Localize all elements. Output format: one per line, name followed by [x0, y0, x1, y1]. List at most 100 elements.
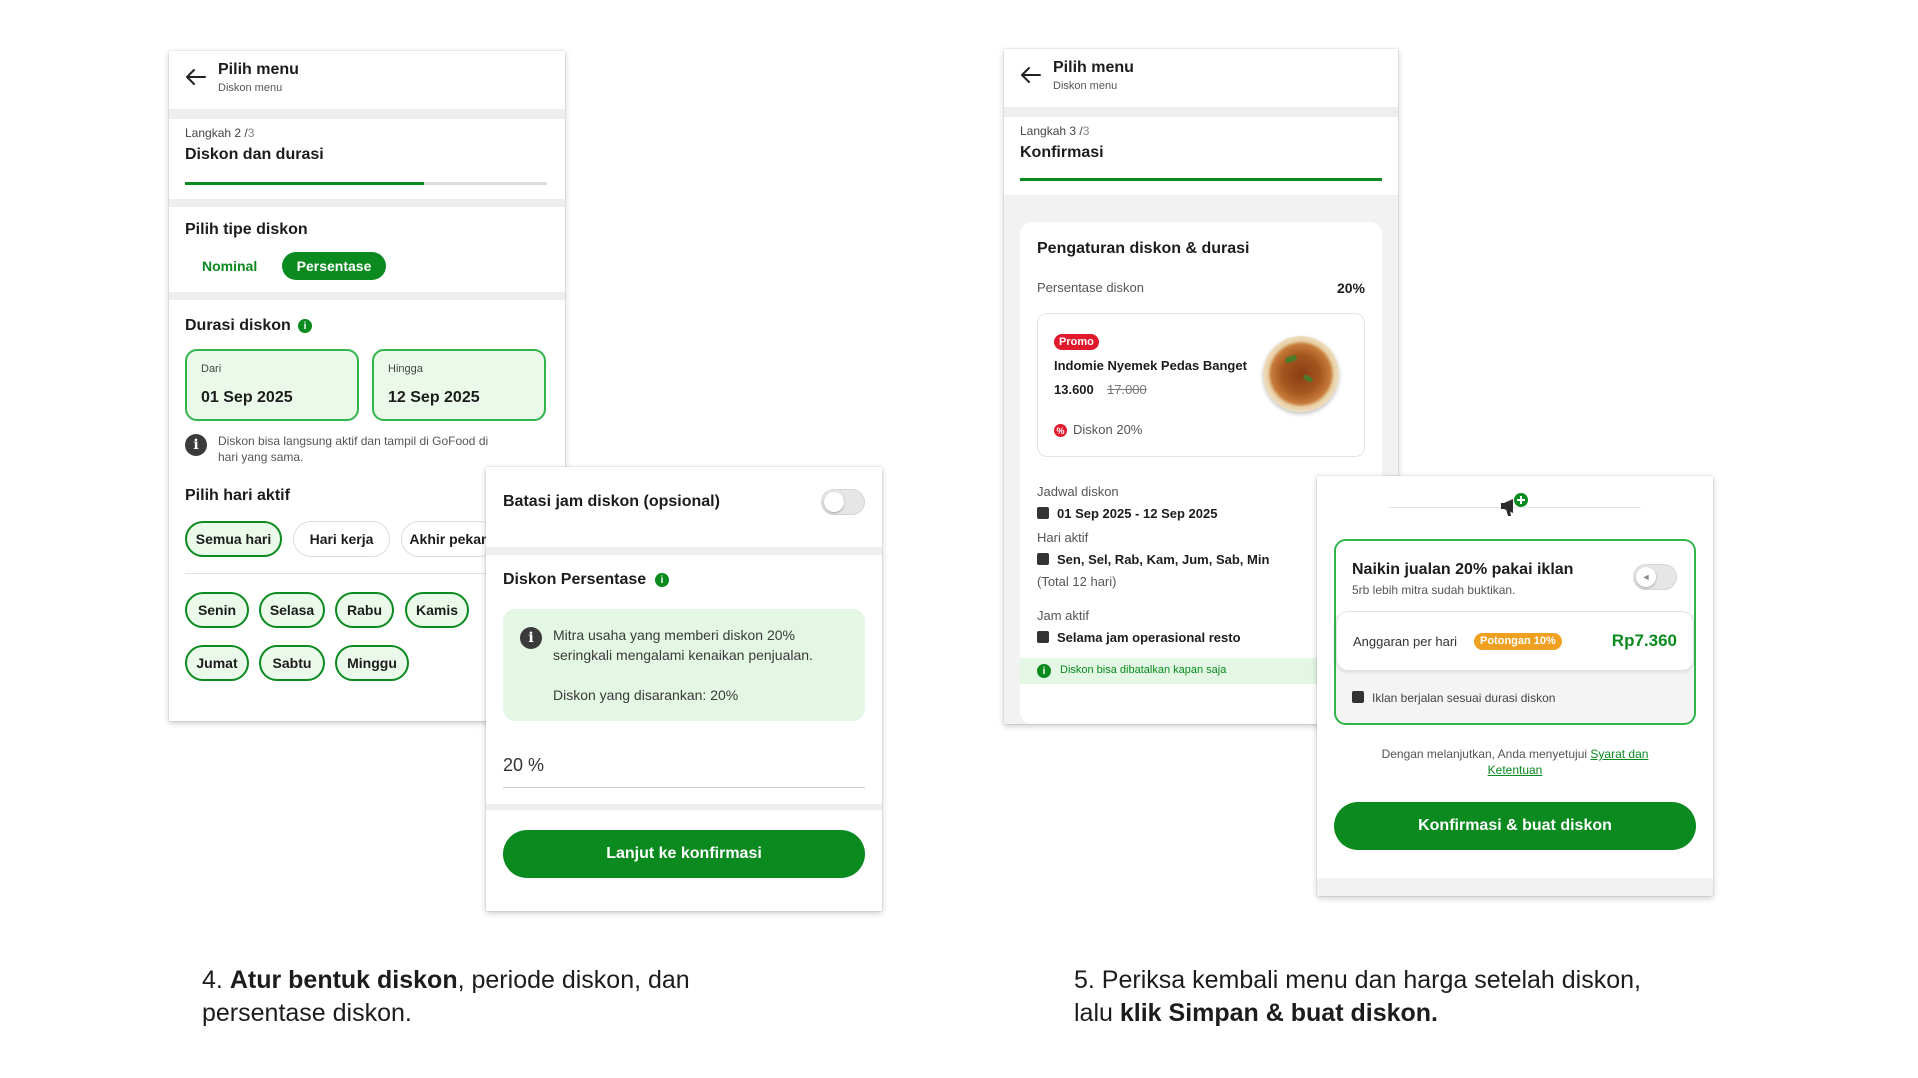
step-title: Konfirmasi: [1020, 144, 1104, 161]
summary-title: Pengaturan diskon & durasi: [1037, 240, 1250, 257]
step5-overlay-sheet: Naikin jualan 20% pakai iklan 5rb lebih …: [1317, 476, 1713, 896]
calendar-icon: [1037, 553, 1049, 565]
product-old-price: 17.000: [1107, 382, 1147, 397]
day-preset-all[interactable]: Semua hari: [185, 521, 282, 557]
date-from-value: 01 Sep 2025: [201, 389, 293, 406]
step-title: Diskon dan durasi: [185, 146, 324, 163]
step-progress-fill: [1020, 178, 1382, 181]
step-progress-bar: [185, 182, 547, 185]
hours-label: Jam aktif: [1037, 608, 1090, 623]
limit-hours-title: Batasi jam diskon (opsional): [503, 493, 720, 510]
clock-icon: [1037, 631, 1049, 643]
days-title: Pilih hari aktif: [185, 487, 290, 504]
schedule-value: 01 Sep 2025 - 12 Sep 2025: [1037, 506, 1217, 521]
section-divider: [169, 199, 565, 207]
header-title: Pilih menu: [218, 61, 299, 78]
days-total: (Total 12 hari): [1037, 574, 1117, 589]
caption-step4: 4. Atur bentuk diskon, periode diskon, d…: [202, 964, 690, 1030]
discount-icon: %: [1054, 424, 1067, 437]
day-senin[interactable]: Senin: [185, 592, 249, 628]
limit-hours-toggle[interactable]: [821, 489, 865, 515]
day-preset-weekend[interactable]: Akhir pekan: [401, 521, 498, 557]
product-card: Promo Indomie Nyemek Pedas Banget 13.600…: [1037, 313, 1365, 457]
caption-step5-prefix: lalu: [1074, 999, 1113, 1027]
step-progress-fill: [185, 182, 424, 185]
food-garnish: [1284, 354, 1298, 364]
confirm-create-discount-button[interactable]: Konfirmasi & buat diskon: [1334, 802, 1696, 850]
budget-row[interactable]: Anggaran per hari Potongan 10% Rp7.360: [1336, 611, 1694, 671]
calendar-icon: [1037, 507, 1049, 519]
ad-subtitle: 5rb lebih mitra sudah buktikan.: [1352, 583, 1516, 597]
tip-info-icon: i: [520, 627, 542, 649]
date-from-field[interactable]: Dari 01 Sep 2025: [185, 349, 359, 421]
date-to-label: Hingga: [388, 363, 423, 375]
next-to-confirm-button[interactable]: Lanjut ke konfirmasi: [503, 830, 865, 878]
step-progress-bar: [1020, 178, 1382, 181]
hours-value: Selama jam operasional resto: [1037, 630, 1241, 645]
date-to-field[interactable]: Hingga 12 Sep 2025: [372, 349, 546, 421]
ad-note-text: Iklan berjalan sesuai durasi diskon: [1372, 691, 1556, 705]
caption-step4-line2: persentase diskon.: [202, 999, 412, 1027]
caption-step5-bold: klik Simpan & buat diskon.: [1119, 999, 1438, 1027]
duration-title: Durasi diskon: [185, 317, 291, 334]
back-arrow-icon[interactable]: [1020, 65, 1042, 85]
day-sabtu[interactable]: Sabtu: [259, 645, 325, 681]
duration-note-line2: hari yang sama.: [218, 450, 304, 464]
day-jumat[interactable]: Jumat: [185, 645, 249, 681]
day-rabu[interactable]: Rabu: [335, 592, 394, 628]
section-divider: [486, 547, 882, 555]
tip-box: i Mitra usaha yang memberi diskon 20% se…: [503, 609, 865, 721]
tip-line2: seringkali mengalami kenaikan penjualan.: [553, 647, 813, 663]
days-value-text: Sen, Sel, Rab, Kam, Jum, Sab, Min: [1057, 552, 1270, 567]
header-subtitle: Diskon menu: [1053, 80, 1118, 92]
step4-overlay-sheet: Batasi jam diskon (opsional) Diskon Pers…: [486, 467, 882, 911]
schedule-value-text: 01 Sep 2025 - 12 Sep 2025: [1057, 506, 1218, 521]
info-icon[interactable]: i: [655, 573, 669, 587]
step-total: 3: [247, 126, 255, 140]
caption-step5-line2: lalu klik Simpan & buat diskon.: [1074, 997, 1641, 1030]
info-icon: i: [1037, 664, 1051, 678]
day-preset-weekdays[interactable]: Hari kerja: [293, 521, 390, 557]
product-discount: Diskon 20%: [1073, 422, 1143, 437]
days-value: Sen, Sel, Rab, Kam, Jum, Sab, Min: [1037, 552, 1269, 567]
duration-note: Diskon bisa langsung aktif dan tampil di…: [218, 433, 488, 465]
ad-note: Iklan berjalan sesuai durasi diskon: [1352, 691, 1555, 705]
bottom-divider: [1317, 878, 1713, 896]
date-to-value: 12 Sep 2025: [388, 389, 480, 406]
percent-value: 20%: [1336, 280, 1365, 296]
hours-value-text: Selama jam operasional resto: [1057, 630, 1241, 645]
info-note-icon: i: [185, 434, 207, 456]
header-title: Pilih menu: [1053, 59, 1134, 76]
tip-text: Mitra usaha yang memberi diskon 20% seri…: [553, 625, 813, 705]
duration-note-line1: Diskon bisa langsung aktif dan tampil di…: [218, 434, 489, 448]
date-from-label: Dari: [201, 363, 222, 375]
ad-toggle[interactable]: ◄: [1633, 564, 1677, 590]
budget-label: Anggaran per hari: [1353, 634, 1458, 649]
food-image: [1263, 336, 1339, 412]
step-label: Langkah 3 /: [1020, 124, 1083, 138]
header-divider: [1004, 107, 1398, 117]
type-option-nominal[interactable]: Nominal: [202, 258, 257, 274]
caption-step4-bold: Atur bentuk diskon: [229, 966, 458, 994]
section-divider: [486, 804, 882, 810]
terms-link-continued[interactable]: Ketentuan: [1488, 763, 1543, 777]
section-divider: [169, 292, 565, 300]
day-kamis[interactable]: Kamis: [405, 592, 469, 628]
type-option-percentage[interactable]: Persentase: [282, 252, 386, 280]
schedule-label: Jadwal diskon: [1037, 484, 1119, 499]
type-section-title: Pilih tipe diskon: [185, 221, 308, 238]
percent-input[interactable]: 20 %: [503, 755, 544, 776]
day-selasa[interactable]: Selasa: [259, 592, 325, 628]
day-minggu[interactable]: Minggu: [335, 645, 409, 681]
food-garnish: [1302, 373, 1314, 384]
ad-offer-panel: Naikin jualan 20% pakai iklan 5rb lebih …: [1334, 539, 1696, 725]
caption-step4-line1: 4. Atur bentuk diskon, periode diskon, d…: [202, 964, 690, 997]
cancel-note: Diskon bisa dibatalkan kapan saja: [1060, 664, 1227, 676]
back-arrow-icon[interactable]: [185, 67, 207, 87]
info-icon[interactable]: i: [298, 319, 312, 333]
tip-suggested: Diskon yang disarankan: 20%: [553, 687, 739, 703]
product-name: Indomie Nyemek Pedas Banget: [1054, 358, 1247, 373]
days-label: Hari aktif: [1037, 530, 1089, 545]
megaphone-icon: [1499, 492, 1531, 520]
terms-link[interactable]: Syarat dan: [1590, 747, 1648, 761]
